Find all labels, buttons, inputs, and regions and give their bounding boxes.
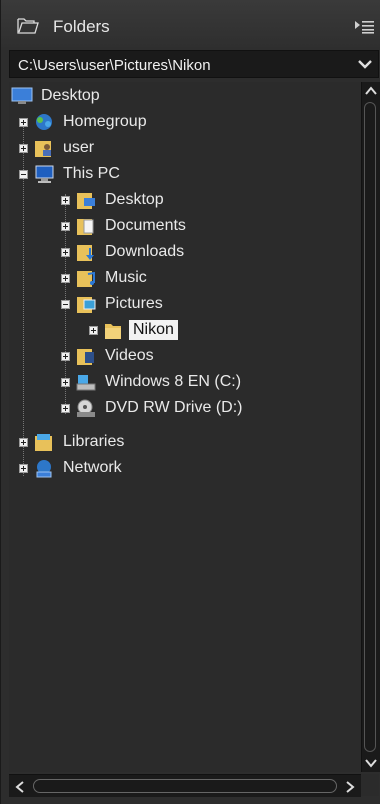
tree-item-user[interactable]: user: [19, 136, 94, 160]
folder-icon: [105, 324, 121, 339]
tree-item-label: DVD RW Drive (D:): [105, 399, 243, 416]
tree-item-label: Network: [63, 459, 122, 476]
tree-item-label: Documents: [105, 217, 186, 234]
network-icon: [36, 460, 52, 478]
expand-plus-icon[interactable]: [61, 247, 70, 257]
tree-item-label: This PC: [63, 165, 120, 182]
panel-menu-icon[interactable]: [355, 20, 375, 34]
tree-item-label: Videos: [105, 347, 154, 364]
collapse-minus-icon[interactable]: [19, 169, 28, 179]
scrollbar-corner: [361, 774, 379, 796]
tree-item-videos[interactable]: Videos: [61, 344, 154, 368]
expand-plus-icon[interactable]: [61, 195, 70, 205]
homegroup-icon: [36, 114, 52, 130]
expand-plus-icon[interactable]: [61, 273, 70, 283]
tree-item-nikon[interactable]: Nikon: [89, 318, 178, 342]
expand-plus-icon[interactable]: [61, 221, 70, 231]
tree-item-label: Downloads: [105, 243, 185, 260]
scroll-up-icon[interactable]: [365, 86, 377, 96]
tree-item-drive-c[interactable]: Windows 8 EN (C:): [61, 370, 241, 394]
folder-tree: Desktop Homegroup user This PC Desktop D…: [9, 82, 361, 772]
expand-plus-icon[interactable]: [19, 117, 28, 127]
music-folder-icon: [77, 271, 95, 287]
scroll-left-icon[interactable]: [15, 781, 25, 793]
tree-item-homegroup[interactable]: Homegroup: [19, 110, 147, 134]
panel-title: Folders: [53, 17, 110, 36]
tree-item-label: Desktop: [41, 87, 100, 104]
tree-item-network[interactable]: Network: [19, 456, 122, 480]
desktop-icon: [11, 87, 33, 104]
path-text: C:\Users\user\Pictures\Nikon: [18, 57, 211, 74]
chevron-down-icon[interactable]: [358, 58, 372, 70]
downloads-folder-icon: [77, 245, 94, 261]
computer-icon: [35, 165, 54, 183]
vertical-scroll-thumb[interactable]: [364, 102, 376, 752]
tree-item-label: Music: [105, 269, 147, 286]
tree-item-this-pc[interactable]: This PC: [19, 162, 120, 186]
tree-item-libraries[interactable]: Libraries: [19, 430, 124, 454]
desktop-folder-icon: [77, 193, 95, 209]
tree-item-downloads[interactable]: Downloads: [61, 240, 184, 264]
folders-panel: Folders C:\Users\user\Pictures\Nikon Des…: [0, 0, 380, 804]
tree-item-desktop[interactable]: Desktop: [61, 188, 164, 212]
panel-header: Folders: [1, 0, 380, 50]
tree-item-label: user: [63, 139, 95, 156]
expand-plus-icon[interactable]: [89, 325, 98, 335]
videos-folder-icon: [77, 349, 94, 365]
scroll-right-icon[interactable]: [345, 781, 355, 793]
tree-item-label: Desktop: [105, 191, 164, 208]
tree-item-label: Windows 8 EN (C:): [105, 373, 242, 390]
pictures-folder-icon: [77, 297, 96, 313]
collapse-minus-icon[interactable]: [61, 299, 70, 309]
tree-item-label: Libraries: [63, 433, 125, 450]
tree-item-dvd-d[interactable]: DVD RW Drive (D:): [61, 396, 242, 420]
horizontal-scroll-thumb[interactable]: [33, 779, 337, 793]
expand-plus-icon[interactable]: [19, 463, 28, 473]
tree-item-pictures[interactable]: Pictures: [61, 292, 163, 316]
tree-item-label: Homegroup: [63, 113, 147, 130]
tree-item-desktop-root[interactable]: Desktop: [11, 84, 100, 108]
expand-plus-icon[interactable]: [19, 143, 28, 153]
expand-plus-icon[interactable]: [61, 403, 70, 413]
tree-item-label: Pictures: [105, 295, 163, 312]
drive-icon: [76, 375, 96, 391]
horizontal-scrollbar[interactable]: [9, 774, 361, 797]
vertical-scrollbar[interactable]: [361, 82, 380, 772]
expand-plus-icon[interactable]: [61, 351, 70, 361]
libraries-icon: [35, 434, 52, 451]
scroll-down-icon[interactable]: [365, 758, 377, 768]
expand-plus-icon[interactable]: [61, 377, 70, 387]
tree-item-documents[interactable]: Documents: [61, 214, 186, 238]
expand-plus-icon[interactable]: [19, 437, 28, 447]
user-folder-icon: [35, 141, 51, 157]
documents-folder-icon: [77, 219, 94, 235]
folder-outline-icon: [17, 18, 39, 34]
dvd-drive-icon: [77, 399, 95, 417]
tree-item-label-selected: Nikon: [129, 320, 178, 340]
path-combobox[interactable]: C:\Users\user\Pictures\Nikon: [9, 50, 379, 78]
tree-item-music[interactable]: Music: [61, 266, 147, 290]
